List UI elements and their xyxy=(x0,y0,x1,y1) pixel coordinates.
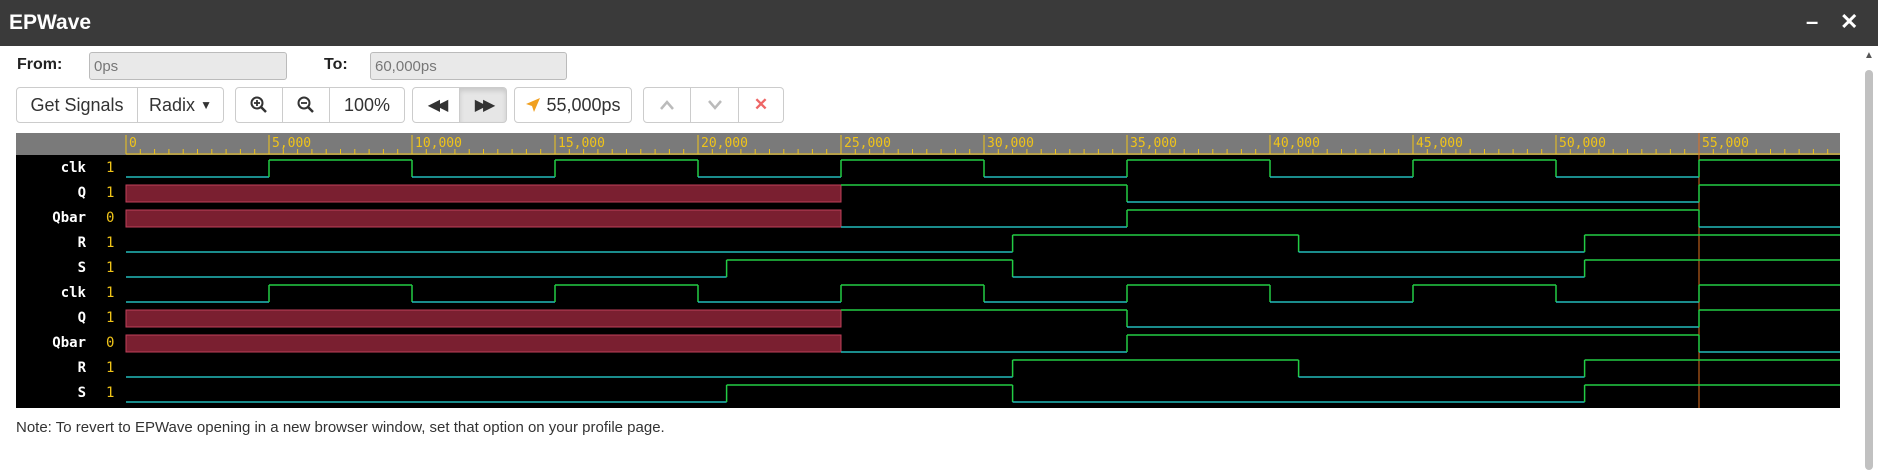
signal-value: 1 xyxy=(106,285,114,301)
signal-value: 1 xyxy=(106,360,114,376)
down-icon xyxy=(707,100,722,110)
delete-button[interactable]: ✕ xyxy=(739,87,784,123)
get-signals-button[interactable]: Get Signals xyxy=(16,87,138,123)
signal-value: 1 xyxy=(106,310,114,326)
window-title: EPWave xyxy=(9,11,92,34)
to-label: To: xyxy=(324,56,348,73)
next-edge-button[interactable] xyxy=(691,87,739,123)
timeline-tick-label: 0 xyxy=(129,136,137,151)
timeline-tick-label: 20,000 xyxy=(701,136,748,151)
from-label: From: xyxy=(17,56,63,73)
signal-name: R xyxy=(78,235,87,251)
get-signals-label: Get Signals xyxy=(30,94,124,115)
signal-name: S xyxy=(78,385,86,401)
scrollbar-thumb[interactable] xyxy=(1865,70,1873,470)
zoom-in-icon xyxy=(250,96,267,113)
up-icon xyxy=(660,100,674,110)
timeline-tick-label: 15,000 xyxy=(558,136,605,151)
page-scrollbar[interactable]: ▲ xyxy=(1862,48,1876,470)
previous-edge-button[interactable] xyxy=(643,87,691,123)
timeline-tick-label: 55,000 xyxy=(1702,136,1749,151)
signal-value: 1 xyxy=(106,235,114,251)
timeline-tick-label: 45,000 xyxy=(1416,136,1463,151)
timeline-tick-label: 50,000 xyxy=(1559,136,1606,151)
signal-value: 1 xyxy=(106,185,114,201)
delete-icon: ✕ xyxy=(753,95,769,114)
timeline-tick-label: 40,000 xyxy=(1273,136,1320,151)
signal-name: clk xyxy=(61,160,87,176)
signal-value: 1 xyxy=(106,385,114,401)
signal-value: 0 xyxy=(106,335,114,351)
undefined-segment xyxy=(125,334,842,353)
signal-name: Q xyxy=(78,310,86,326)
radix-dropdown[interactable]: Radix ▼ xyxy=(138,87,224,123)
waveform-viewer[interactable]: 0 5,000 10,000 15,000 20,000 25,000 30,000 35,0… xyxy=(16,133,1840,408)
rewind-icon: ◀◀ xyxy=(427,97,449,114)
caret-down-icon: ▼ xyxy=(200,98,212,112)
radix-label: Radix xyxy=(149,94,196,115)
undefined-segment xyxy=(125,209,842,228)
to-input[interactable] xyxy=(370,52,567,80)
zoom-in-button[interactable] xyxy=(235,87,283,123)
undefined-segment xyxy=(125,309,842,328)
signal-name: Qbar xyxy=(52,210,86,226)
cursor-time: 55,000ps xyxy=(546,94,621,115)
signal-name: S xyxy=(78,260,86,276)
cursor-time-button[interactable]: 55,000ps xyxy=(514,87,632,123)
timeline-tick-label: 35,000 xyxy=(1130,136,1177,151)
cursor-icon xyxy=(526,98,541,112)
signal-value: 1 xyxy=(106,260,114,276)
signal-value: 1 xyxy=(106,160,114,176)
timeline-tick-label: 10,000 xyxy=(415,136,462,151)
note-text: Note: To revert to EPWave opening in a n… xyxy=(16,419,665,436)
zoom-level: 100% xyxy=(343,94,391,115)
from-input[interactable] xyxy=(89,52,287,80)
minimize-icon[interactable]: – xyxy=(1806,10,1818,34)
signal-name: R xyxy=(78,360,87,376)
title-bar: EPWave – ✕ xyxy=(0,0,1878,46)
timeline-tick-label: 30,000 xyxy=(987,136,1034,151)
fast-forward-button[interactable]: ▶▶ xyxy=(460,87,507,123)
timeline-tick-label: 25,000 xyxy=(844,136,891,151)
zoom-out-icon xyxy=(297,96,314,113)
waveform-canvas[interactable]: 0 5,000 10,000 15,000 20,000 25,000 30,000 35,0… xyxy=(16,133,1840,408)
zoom-level-button[interactable]: 100% xyxy=(330,87,405,123)
close-icon[interactable]: ✕ xyxy=(1840,10,1858,34)
signal-name: clk xyxy=(61,285,87,301)
rewind-button[interactable]: ◀◀ xyxy=(412,87,460,123)
scroll-up-icon[interactable]: ▲ xyxy=(1864,50,1874,61)
undefined-segment xyxy=(125,184,842,203)
zoom-out-button[interactable] xyxy=(283,87,330,123)
signal-name: Qbar xyxy=(52,335,86,351)
signal-value: 0 xyxy=(106,210,114,226)
fast-forward-icon: ▶▶ xyxy=(474,97,496,114)
timeline-tick-label: 5,000 xyxy=(272,136,311,151)
signal-name: Q xyxy=(78,185,86,201)
